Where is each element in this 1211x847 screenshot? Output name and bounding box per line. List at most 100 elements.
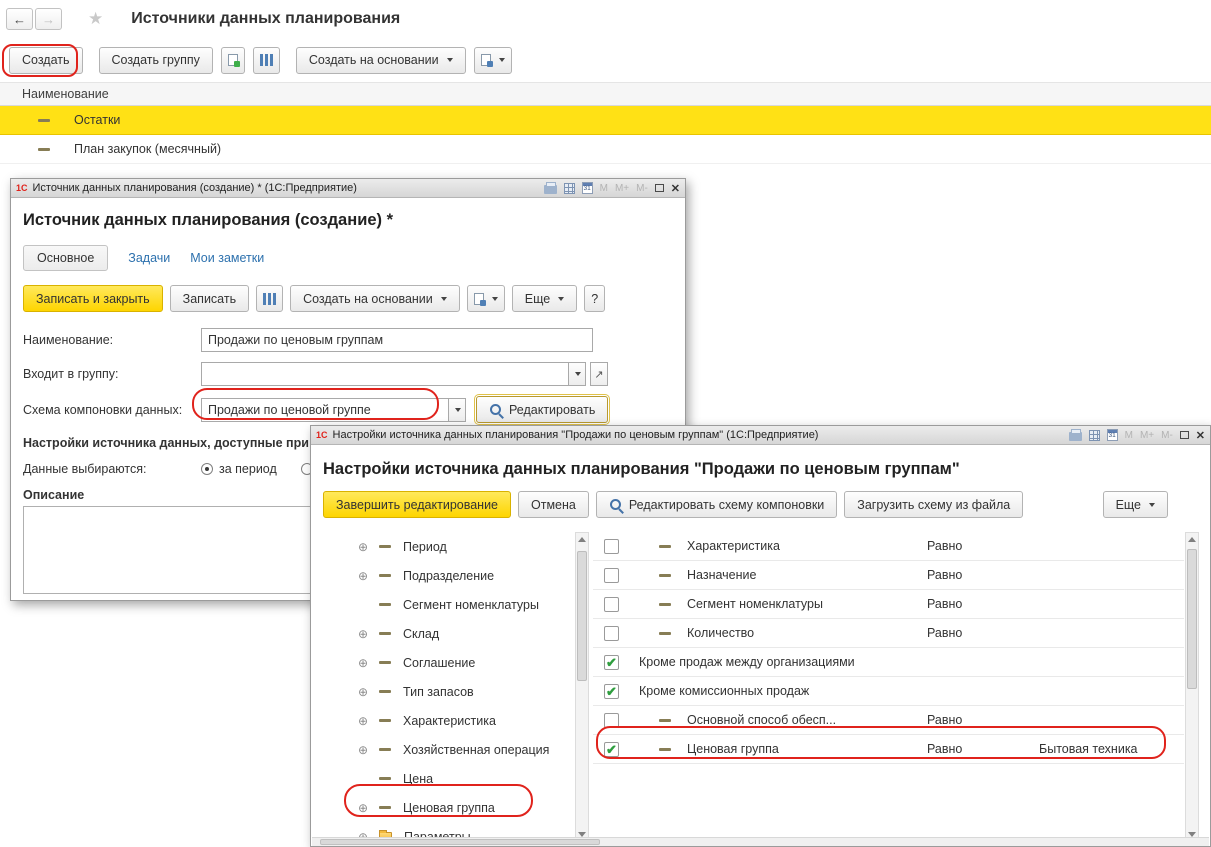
checkbox[interactable]: ✔ (604, 684, 619, 699)
close-icon[interactable]: ✕ (1196, 429, 1205, 442)
tree-item[interactable]: ⊕Соглашение (323, 648, 561, 677)
expand-icon[interactable]: ⊕ (356, 743, 370, 757)
tree-item[interactable]: ⊕Тип запасов (323, 677, 561, 706)
filter-row[interactable]: КоличествоРавно (593, 619, 1184, 648)
memory-m-plus-button[interactable]: M+ (615, 183, 629, 194)
expand-icon[interactable]: ⊕ (356, 569, 370, 583)
reports-menu-button[interactable] (474, 47, 512, 74)
expand-icon[interactable]: ⊕ (356, 627, 370, 641)
memory-m-button[interactable]: M (600, 183, 608, 194)
maximize-icon[interactable] (655, 184, 664, 192)
edit-composition-schema-button[interactable]: Редактировать схему компоновки (596, 491, 837, 518)
chevron-down-icon (492, 297, 498, 301)
checkbox[interactable]: ✔ (604, 655, 619, 670)
period-radio[interactable] (201, 463, 213, 475)
checkbox[interactable]: ✔ (604, 742, 619, 757)
tab-tasks[interactable]: Задачи (128, 251, 170, 265)
filter-row[interactable]: Сегмент номенклатурыРавно (593, 590, 1184, 619)
favorite-star-icon[interactable]: ★ (88, 9, 103, 29)
print-icon[interactable] (1069, 432, 1082, 441)
table-header[interactable]: Наименование (0, 82, 1211, 106)
calendar-icon[interactable]: 31 (1107, 429, 1118, 441)
save-and-close-button[interactable]: Записать и закрыть (23, 285, 163, 312)
tree-item[interactable]: ⊕Хозяйственная операция (323, 735, 561, 764)
name-input[interactable] (201, 328, 593, 352)
checkbox[interactable] (604, 597, 619, 612)
save-button[interactable]: Записать (170, 285, 249, 312)
scroll-up-icon[interactable] (578, 537, 586, 542)
list-settings-button[interactable] (253, 47, 280, 74)
create-button[interactable]: Создать (9, 47, 83, 74)
create-based-on-button[interactable]: Создать на основании (296, 47, 466, 74)
create-group-button[interactable]: Создать группу (99, 47, 213, 74)
tree-item[interactable]: ⊕Ценовая группа (323, 793, 561, 822)
print-icon[interactable] (544, 185, 557, 194)
checkbox[interactable] (604, 713, 619, 728)
filter-row[interactable]: ✔Кроме продаж между организациями (593, 648, 1184, 677)
tree-item-label: Сегмент номенклатуры (403, 598, 539, 612)
expand-icon[interactable]: ⊕ (356, 714, 370, 728)
scrollbar-thumb[interactable] (320, 839, 600, 845)
cancel-button[interactable]: Отмена (518, 491, 589, 518)
close-icon[interactable]: ✕ (671, 182, 680, 195)
structure-button[interactable] (256, 285, 283, 312)
calendar-icon[interactable]: 31 (582, 182, 593, 194)
load-schema-button[interactable]: Загрузить схему из файла (844, 491, 1023, 518)
tree-item[interactable]: ⊕Период (323, 532, 561, 561)
scrollbar-thumb[interactable] (577, 551, 587, 681)
expand-icon[interactable]: ⊕ (356, 540, 370, 554)
tab-my-notes[interactable]: Мои заметки (190, 251, 264, 265)
memory-m-minus-button[interactable]: M- (1161, 430, 1173, 441)
scroll-up-icon[interactable] (1188, 537, 1196, 542)
dash-icon (659, 748, 671, 751)
filter-row[interactable]: ✔Ценовая группаРавноБытовая техника (593, 735, 1184, 764)
table-row[interactable]: План закупок (месячный) (0, 135, 1211, 164)
schema-dropdown-button[interactable] (449, 398, 466, 422)
calculator-icon[interactable] (564, 183, 575, 194)
back-button[interactable]: ← (6, 8, 33, 30)
expand-icon[interactable]: ⊕ (356, 685, 370, 699)
tree-item[interactable]: ⊕Характеристика (323, 706, 561, 735)
group-open-button[interactable]: ↗ (590, 362, 608, 386)
group-dropdown-button[interactable] (569, 362, 586, 386)
expand-icon[interactable]: ⊕ (356, 801, 370, 815)
copy-button[interactable] (221, 47, 245, 74)
tree-item[interactable]: Сегмент номенклатуры (323, 590, 561, 619)
group-input[interactable] (201, 362, 569, 386)
checkbox[interactable] (604, 568, 619, 583)
more-button[interactable]: Еще (512, 285, 577, 312)
name-label: Наименование: (23, 333, 201, 347)
filter-row[interactable]: ХарактеристикаРавно (593, 532, 1184, 561)
edit-schema-button[interactable]: Редактировать (476, 396, 608, 423)
horizontal-scrollbar[interactable] (312, 837, 1209, 846)
scrollbar-thumb[interactable] (1187, 549, 1197, 689)
filter-row[interactable]: Основной способ обесп...Равно (593, 706, 1184, 735)
forward-button[interactable]: → (35, 8, 62, 30)
help-button[interactable]: ? (584, 285, 605, 312)
filter-row[interactable]: ✔Кроме комиссионных продаж (593, 677, 1184, 706)
memory-m-plus-button[interactable]: M+ (1140, 430, 1154, 441)
filter-row[interactable]: НазначениеРавно (593, 561, 1184, 590)
memory-m-minus-button[interactable]: M- (636, 183, 648, 194)
table-row[interactable]: Остатки (0, 106, 1211, 135)
tree-scrollbar[interactable] (575, 532, 589, 842)
calculator-icon[interactable] (1089, 430, 1100, 441)
expand-icon[interactable]: ⊕ (356, 656, 370, 670)
finish-editing-button[interactable]: Завершить редактирование (323, 491, 511, 518)
memory-m-button[interactable]: M (1125, 430, 1133, 441)
row-label: Остатки (74, 113, 120, 127)
schema-input[interactable] (201, 398, 449, 422)
tab-main[interactable]: Основное (23, 245, 108, 271)
more-button[interactable]: Еще (1103, 491, 1168, 518)
tree-item[interactable]: ⊕Подразделение (323, 561, 561, 590)
tree-item[interactable]: ⊕Склад (323, 619, 561, 648)
dialog1-titlebar[interactable]: 1С Источник данных планирования (создани… (11, 179, 685, 198)
checkbox[interactable] (604, 626, 619, 641)
dialog2-titlebar[interactable]: 1С Настройки источника данных планирован… (311, 426, 1210, 445)
checkbox[interactable] (604, 539, 619, 554)
create-based-on-button[interactable]: Создать на основании (290, 285, 460, 312)
filters-scrollbar[interactable] (1185, 532, 1199, 842)
maximize-icon[interactable] (1180, 431, 1189, 439)
tree-item[interactable]: Цена (323, 764, 561, 793)
reports-menu-button[interactable] (467, 285, 505, 312)
